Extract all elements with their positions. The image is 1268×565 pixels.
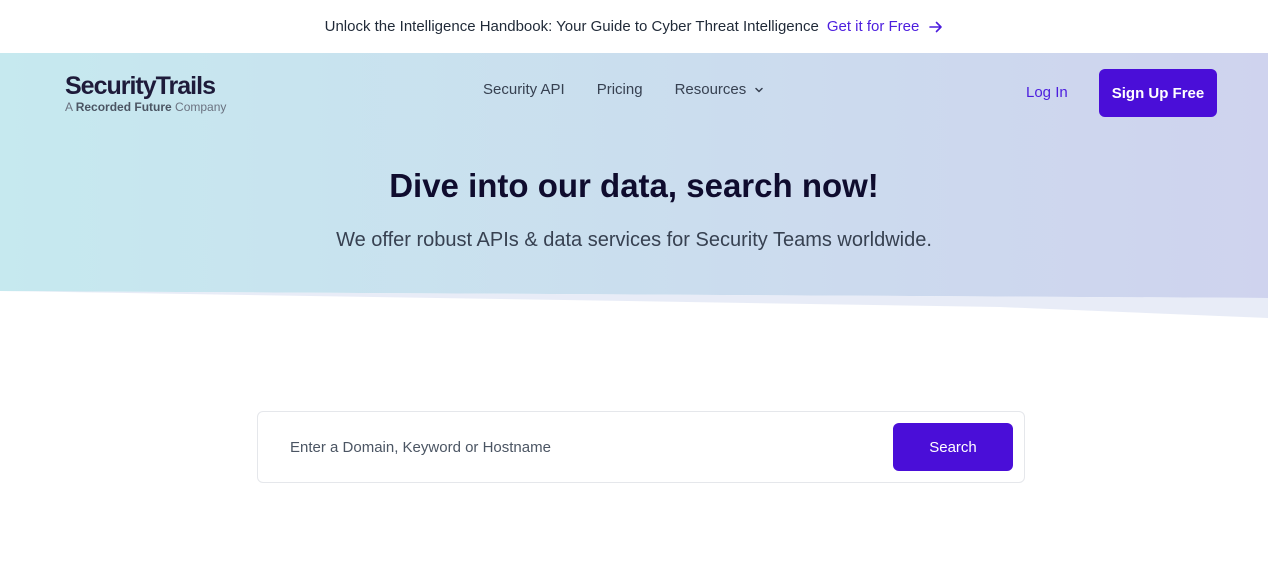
nav-item-label: Resources xyxy=(674,81,747,98)
announcement-bar: Unlock the Intelligence Handbook: Your G… xyxy=(0,0,1268,53)
hero-section: SecurityTrails A Recorded Future Company… xyxy=(0,53,1268,319)
announcement-text: Unlock the Intelligence Handbook: Your G… xyxy=(324,18,819,35)
announcement-link[interactable]: Get it for Free xyxy=(827,18,944,35)
main-nav: Security API Pricing Resources xyxy=(483,81,796,98)
signup-button[interactable]: Sign Up Free xyxy=(1099,69,1217,117)
search-button[interactable]: Search xyxy=(893,423,1013,471)
login-link[interactable]: Log In xyxy=(1026,84,1068,101)
nav-item-security-api[interactable]: Security API xyxy=(483,81,565,98)
search-input[interactable] xyxy=(276,424,904,470)
announcement-link-label: Get it for Free xyxy=(826,18,920,35)
nav-item-resources[interactable]: Resources xyxy=(675,81,765,98)
logo-tagline: A Recorded Future Company xyxy=(65,100,227,114)
logo[interactable]: SecurityTrails A Recorded Future Company xyxy=(65,72,227,114)
nav-item-pricing[interactable]: Pricing xyxy=(597,81,643,98)
nav-item-label: Pricing xyxy=(596,81,643,98)
search-box: Search xyxy=(257,411,1025,483)
logo-wordmark: SecurityTrails xyxy=(65,72,216,100)
hero-title: Dive into our data, search now! xyxy=(389,167,879,204)
chevron-down-icon xyxy=(755,87,764,92)
arrow-right-icon xyxy=(929,21,943,32)
nav-item-label: Security API xyxy=(483,81,565,98)
hero-subtitle: We offer robust APIs & data services for… xyxy=(336,229,932,251)
